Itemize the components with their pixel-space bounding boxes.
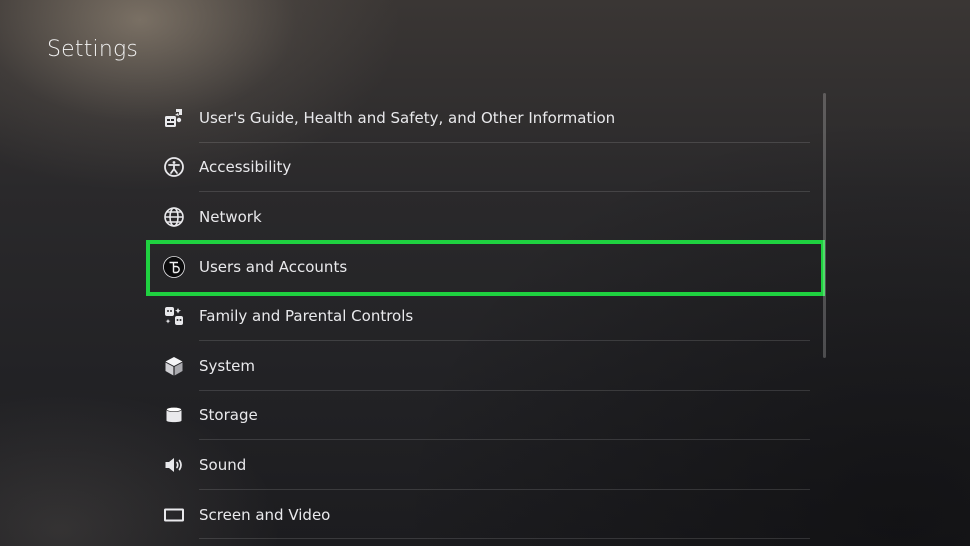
globe-icon [163, 206, 185, 228]
menu-item-label: Storage [199, 406, 258, 425]
page-title: Settings [47, 37, 139, 62]
menu-item-label: Family and Parental Controls [199, 307, 414, 326]
menu-item-users-and-accounts[interactable]: Users and Accounts [155, 242, 810, 292]
menu-item-label: Network [199, 207, 262, 226]
menu-item-storage[interactable]: Storage [155, 391, 810, 441]
menu-item-label: Users and Accounts [199, 257, 348, 276]
menu-item-screen-and-video[interactable]: Screen and Video [155, 490, 810, 540]
menu-item-label: User's Guide, Health and Safety, and Oth… [199, 108, 616, 127]
menu-item-family-parental-controls[interactable]: Family and Parental Controls [155, 291, 810, 341]
storage-icon [163, 404, 185, 426]
menu-item-accessibility[interactable]: Accessibility [155, 143, 810, 193]
screen-icon [163, 504, 185, 526]
menu-item-system[interactable]: System [155, 341, 810, 391]
menu-item-label: Sound [199, 455, 247, 474]
cube-icon [163, 355, 185, 377]
family-icon [163, 305, 185, 327]
settings-menu: User's Guide, Health and Safety, and Oth… [155, 93, 810, 539]
menu-item-label: System [199, 356, 255, 375]
menu-item-sound[interactable]: Sound [155, 440, 810, 490]
speaker-icon [163, 454, 185, 476]
menu-item-network[interactable]: Network [155, 192, 810, 242]
menu-item-label: Accessibility [199, 158, 292, 177]
user-avatar-icon [163, 255, 185, 278]
menu-item-label: Screen and Video [199, 505, 331, 524]
menu-item-users-guide[interactable]: User's Guide, Health and Safety, and Oth… [155, 93, 810, 143]
scrollbar[interactable] [823, 93, 826, 358]
guide-icon [163, 107, 185, 129]
accessibility-icon [163, 156, 185, 178]
